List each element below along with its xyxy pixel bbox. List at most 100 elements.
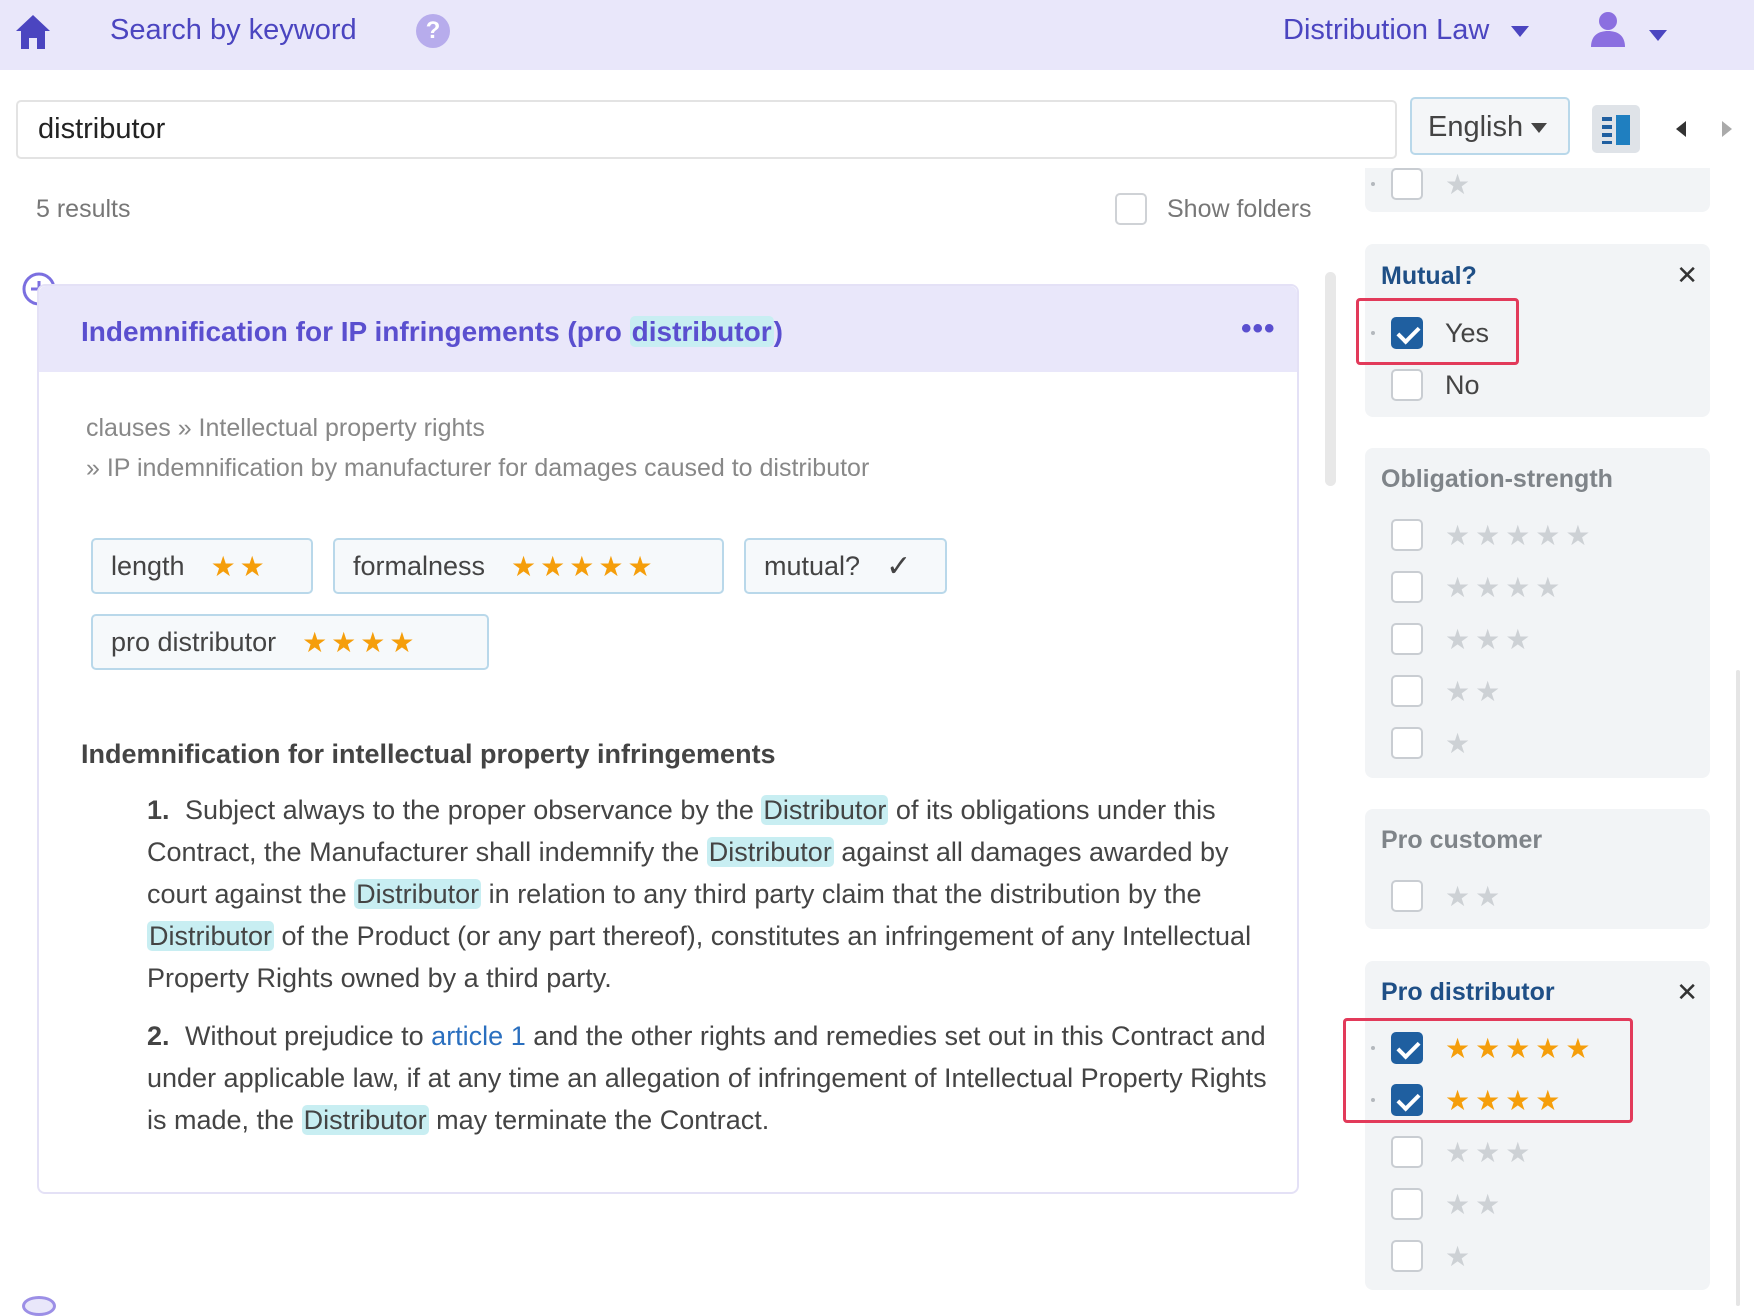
star-icon: ★★ [1445, 880, 1506, 912]
star-icon: ★ [1445, 168, 1476, 200]
facet-option[interactable]: ★ [1391, 1236, 1475, 1276]
paragraph-text: Subject always to the proper observance … [185, 795, 762, 825]
facet-option[interactable]: ★ [1391, 723, 1475, 763]
star-icon: ★★★★★ [511, 550, 657, 582]
breadcrumb[interactable]: clauses » Intellectual property rights [86, 414, 485, 443]
close-icon[interactable]: ✕ [1676, 260, 1698, 291]
clause-heading: Indemnification for intellectual propert… [81, 739, 776, 769]
chevron-right-icon[interactable] [1722, 121, 1732, 137]
facet-option[interactable]: ★★ [1391, 1184, 1505, 1224]
checkbox[interactable] [1391, 1240, 1423, 1272]
next-result-add-icon[interactable] [22, 1296, 56, 1316]
star-icon: ★★★ [1445, 1136, 1536, 1168]
facet-option[interactable]: ★★★★★ [1391, 515, 1596, 555]
results-count: 5 results [36, 195, 131, 223]
facet-title: Pro distributor [1381, 978, 1555, 1006]
checkbox[interactable] [1391, 369, 1423, 401]
star-icon: ★★★★ [302, 626, 419, 658]
clause-title[interactable]: Indemnification for IP infringements (pr… [81, 316, 783, 348]
domain-select[interactable]: Distribution Law [1283, 14, 1530, 47]
search-term-highlight: Distributor [706, 837, 834, 867]
search-term-highlight: distributor [629, 316, 774, 347]
tag-mutual: mutual? ✓ [744, 538, 947, 594]
show-folders-label[interactable]: Show folders [1167, 195, 1312, 224]
facet-option-label: No [1445, 369, 1480, 400]
tag-length: length ★★ [91, 538, 313, 594]
facet-title: Mutual? [1381, 262, 1477, 290]
checkbox[interactable] [1391, 519, 1423, 551]
checkbox[interactable] [1391, 1136, 1423, 1168]
star-icon: ★ [1445, 727, 1476, 759]
tag-label: formalness [353, 550, 486, 581]
language-select-label: English [1428, 111, 1524, 143]
clause-paragraph-2: 2. Without prejudice to article 1 and th… [147, 1015, 1282, 1141]
language-select[interactable]: English [1410, 97, 1570, 155]
clause-paragraph-1: 1. Subject always to the proper observan… [147, 789, 1282, 999]
facet-option[interactable]: ★ [1371, 164, 1476, 204]
home-icon[interactable] [14, 12, 52, 52]
facet-option[interactable]: ★★★★ [1391, 567, 1565, 607]
keyword-search-input[interactable] [16, 100, 1397, 159]
facet-previous: ★ [1365, 168, 1710, 212]
tag-label: pro distributor [111, 626, 277, 657]
facet-title: Pro customer [1381, 826, 1543, 854]
paragraph-text: may terminate the Contract. [428, 1105, 770, 1135]
facet-pro-distributor: Pro distributor ✕ ★★★★★ ★★★★ ★★★ ★★ ★ [1365, 961, 1710, 1290]
clause-title-suffix: ) [773, 316, 783, 347]
user-menu-chevron-down-icon[interactable] [1649, 30, 1667, 41]
facet-option[interactable]: ★★★ [1391, 1132, 1535, 1172]
facet-option[interactable]: ★★★ [1391, 619, 1535, 659]
star-icon: ★★ [1445, 1188, 1506, 1220]
checkbox[interactable] [1391, 1188, 1423, 1220]
star-icon: ★★★ [1445, 623, 1536, 655]
search-term-highlight: Distributor [147, 921, 275, 951]
checkbox[interactable] [1391, 571, 1423, 603]
domain-select-label: Distribution Law [1283, 14, 1490, 46]
facets-scrollbar[interactable] [1736, 670, 1740, 1306]
checkbox[interactable] [1391, 727, 1423, 759]
chevron-left-icon[interactable] [1676, 121, 1686, 137]
facet-option[interactable]: ★★ [1391, 876, 1505, 916]
show-folders-checkbox[interactable] [1115, 193, 1147, 225]
facet-option-no[interactable]: No [1391, 365, 1480, 405]
tag-label: length [111, 550, 185, 581]
star-icon: ★★ [1445, 675, 1506, 707]
selection-highlight-frame [1356, 298, 1519, 365]
checkbox[interactable] [1391, 880, 1423, 912]
checkmark-icon: ✓ [886, 549, 912, 583]
search-term-highlight: Distributor [301, 1105, 429, 1135]
search-term-highlight: Distributor [761, 795, 889, 825]
results-scrollbar[interactable] [1325, 272, 1336, 486]
facet-title: Obligation-strength [1381, 465, 1613, 493]
clause-card: Indemnification for IP infringements (pr… [37, 284, 1299, 1194]
star-icon: ★★ [210, 550, 269, 582]
article-link[interactable]: article 1 [431, 1021, 526, 1051]
checkbox[interactable] [1391, 675, 1423, 707]
clause-card-header: Indemnification for IP infringements (pr… [39, 286, 1297, 372]
checkbox[interactable] [1391, 168, 1423, 200]
close-icon[interactable]: ✕ [1676, 977, 1698, 1008]
star-icon: ★★★★ [1445, 571, 1566, 603]
paragraph-text: of the Product (or any part thereof), co… [147, 921, 1252, 993]
checkbox[interactable] [1391, 623, 1423, 655]
facet-pro-customer: Pro customer ★★ [1365, 809, 1710, 929]
tag-formalness: formalness ★★★★★ [333, 538, 724, 594]
star-icon: ★★★★★ [1445, 519, 1596, 551]
search-term-highlight: Distributor [354, 879, 482, 909]
chevron-down-icon [1511, 25, 1530, 37]
paragraph-text: Without prejudice to [185, 1021, 432, 1051]
selection-highlight-frame [1343, 1018, 1633, 1123]
more-icon[interactable]: ••• [1241, 312, 1276, 346]
layout-toggle-icon[interactable] [1592, 105, 1640, 153]
chevron-down-icon [1531, 123, 1548, 134]
top-bar: Search by keyword ? Distribution Law [0, 0, 1754, 70]
paragraph-text: in relation to any third party claim tha… [481, 879, 1202, 909]
user-icon[interactable] [1590, 10, 1626, 48]
facet-option[interactable]: ★★ [1391, 671, 1505, 711]
facet-obligation-strength: Obligation-strength ★★★★★ ★★★★ ★★★ ★★ ★ [1365, 448, 1710, 778]
clause-title-prefix: Indemnification for IP infringements (pr… [81, 316, 630, 347]
search-by-keyword-link[interactable]: Search by keyword [110, 14, 357, 47]
breadcrumb-continued[interactable]: » IP indemnification by manufacturer for… [86, 454, 869, 483]
help-icon[interactable]: ? [416, 14, 450, 48]
tag-pro-distributor: pro distributor ★★★★ [91, 614, 489, 670]
